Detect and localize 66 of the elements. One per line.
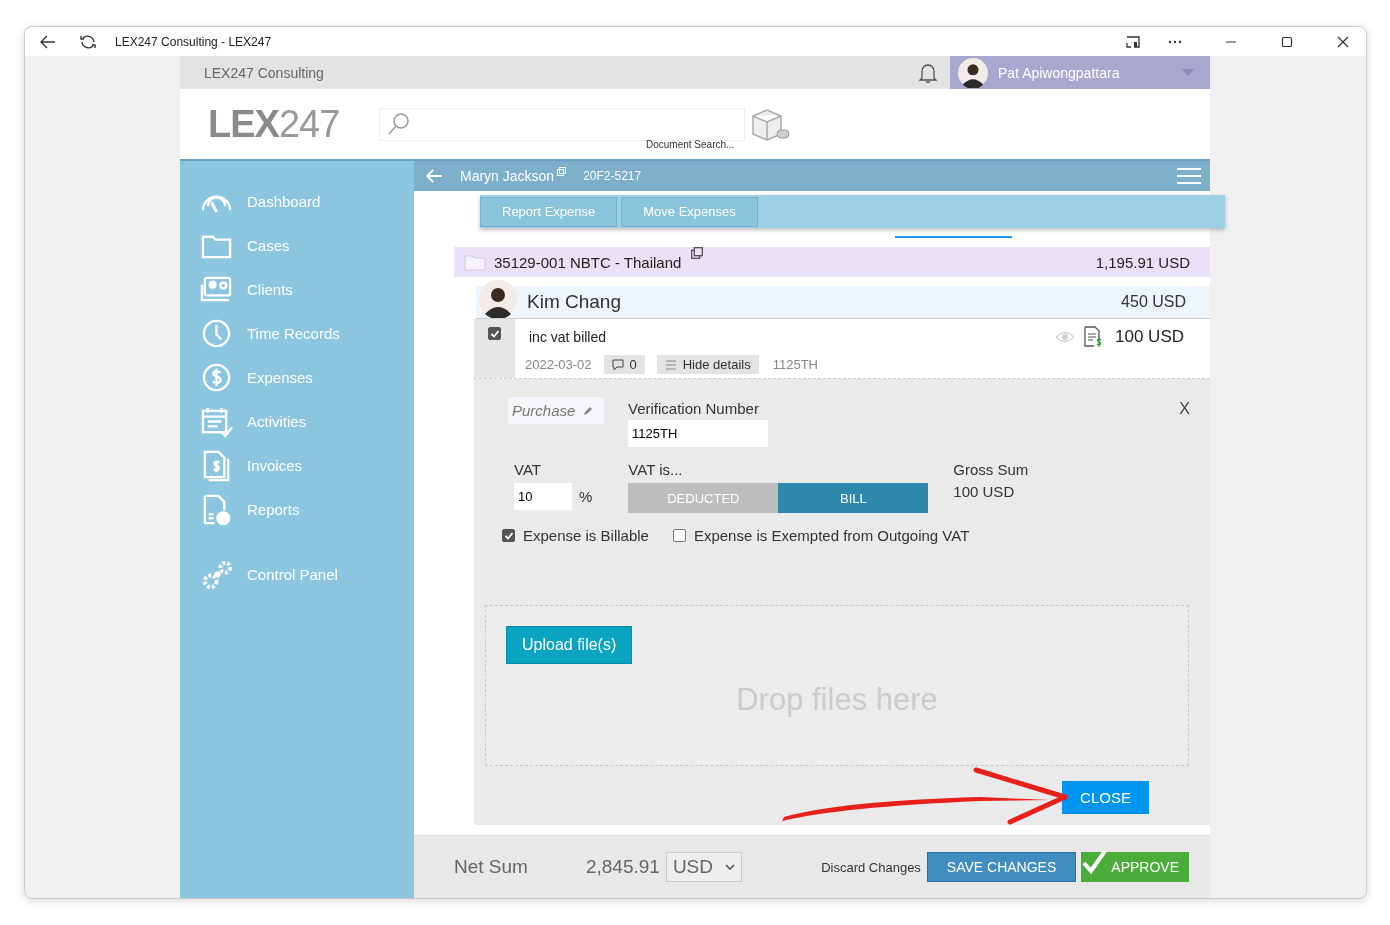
user-menu[interactable]: Pat Apiwongpattara	[950, 56, 1210, 89]
receipt-icon[interactable]	[1083, 326, 1103, 348]
vat-option[interactable]: BILL	[778, 483, 929, 513]
sidebar-item[interactable]: Dashboard	[180, 179, 414, 223]
case-amount: 1,195.91 USD	[1095, 253, 1190, 271]
reload-icon[interactable]	[79, 32, 97, 51]
search-caption: Document Search...	[646, 139, 735, 150]
sidebar-item[interactable]: Activities	[180, 399, 414, 443]
folder-icon	[464, 253, 486, 271]
external-link-icon[interactable]	[691, 247, 704, 259]
checkbox-label: Expense is Exempted from Outgoing VAT	[693, 527, 970, 544]
checkbox[interactable]	[488, 327, 501, 340]
caret-icon	[1182, 68, 1194, 77]
verification-field[interactable]: 1125TH	[628, 420, 768, 447]
net-sum-value: 2,845.91	[585, 856, 660, 878]
vat-option[interactable]: DEDUCTED	[628, 483, 779, 513]
upload-button[interactable]: Upload file(s)	[506, 626, 633, 664]
chevron-icon	[725, 863, 735, 871]
menu-button[interactable]: Report Expense	[480, 196, 618, 227]
case-row[interactable]: 35129-001 NBTC - Thailand 1,195.91 USD	[454, 247, 1210, 277]
expense-date: 2022-03-02	[525, 357, 592, 372]
pencil-icon	[583, 405, 594, 416]
checkbox[interactable]	[502, 529, 515, 542]
save-button[interactable]: SAVE CHANGES	[926, 852, 1077, 882]
gross-sum: 100 USD	[953, 483, 1016, 500]
sidebar-item[interactable]: Reports	[180, 487, 414, 531]
person-name: Kim Chang	[527, 291, 621, 313]
discard-link[interactable]: Discard Changes	[821, 859, 921, 875]
sidebar-item[interactable]: Cases	[180, 223, 414, 267]
window-title: LEX247 Consulting - LEX247	[115, 34, 272, 49]
menu-button[interactable]: Move Expenses	[621, 196, 758, 227]
category-chip[interactable]: Purchase	[508, 397, 604, 424]
sidebar-item[interactable]: Clients	[180, 267, 414, 311]
expense-reference: 1125TH	[772, 357, 818, 372]
company-name: LEX247 Consulting	[204, 64, 324, 81]
vat-field[interactable]: 10	[514, 483, 572, 510]
checkbox-label: Expense is Billable	[523, 527, 649, 544]
field-label: VAT	[514, 461, 542, 478]
expense-description: inc vat billed	[529, 329, 607, 345]
avatar	[958, 57, 988, 88]
person-amount: 450 USD	[1121, 293, 1186, 311]
percent-unit: %	[579, 488, 593, 505]
field-label: Verification Number	[628, 400, 760, 417]
currency-select[interactable]: USD	[665, 852, 742, 882]
matter-code: 20F2-5217	[583, 169, 642, 183]
close-details-button[interactable]: X	[1179, 400, 1190, 418]
hide-details-button[interactable]: Hide details	[656, 355, 759, 374]
approve-button[interactable]: APPROVE	[1081, 852, 1189, 882]
case-title: 35129-001 NBTC - Thailand	[494, 253, 682, 271]
close-button[interactable]: CLOSE	[1062, 781, 1149, 814]
checkbox[interactable]	[672, 529, 686, 542]
check-icon	[1081, 849, 1108, 877]
comment-icon	[611, 358, 624, 371]
sidebar-item[interactable]: Time Records	[180, 311, 414, 355]
comments-button[interactable]: 0	[603, 355, 645, 374]
field-label: VAT is...	[628, 461, 684, 478]
list-icon	[664, 358, 677, 371]
field-label: Gross Sum	[953, 461, 1029, 478]
search-field[interactable]	[379, 107, 746, 141]
sidebar-item[interactable]: Invoices	[180, 443, 414, 487]
logo: LEX247	[208, 102, 340, 146]
sidebar-item[interactable]: Expenses	[180, 355, 414, 399]
sidebar-item[interactable]: Control Panel	[180, 552, 414, 596]
expense-amount: 100 USD	[1115, 327, 1184, 347]
net-sum-label: Net Sum	[454, 856, 528, 878]
client-name[interactable]: Maryn Jackson	[460, 168, 555, 184]
